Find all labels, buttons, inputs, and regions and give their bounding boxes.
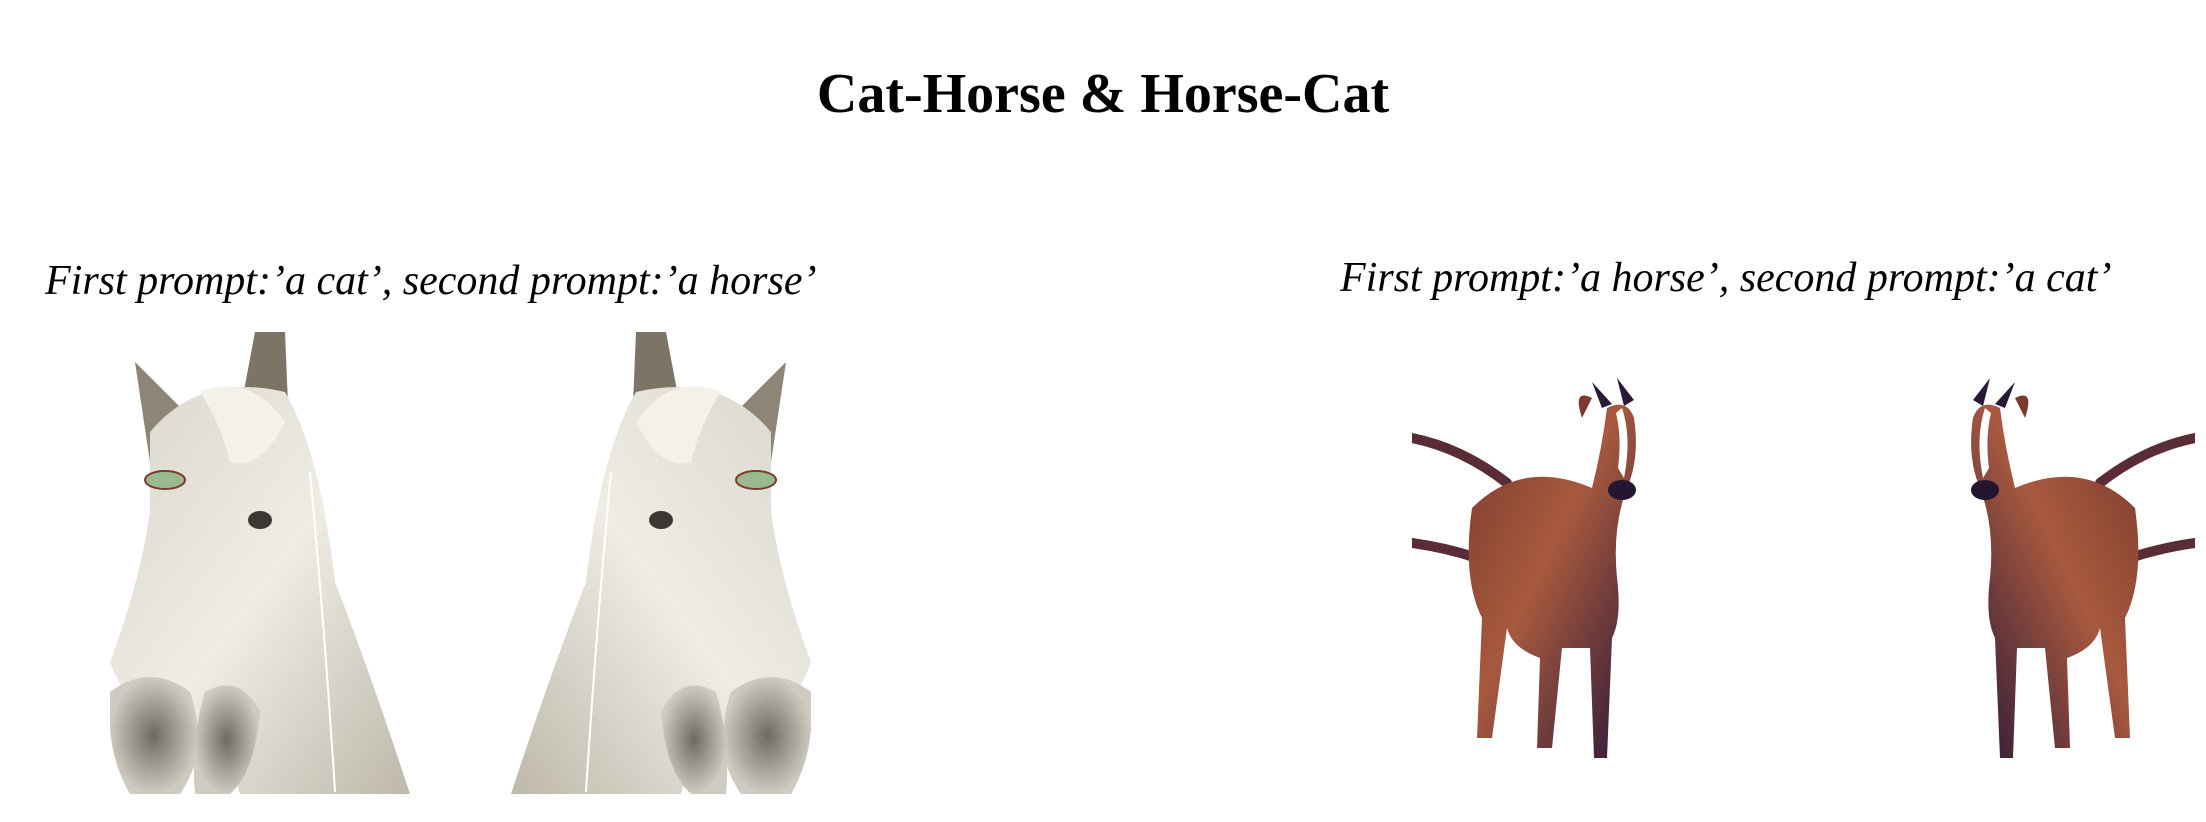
cat-horse-image-mirrored <box>505 332 811 794</box>
page-title: Cat-Horse & Horse-Cat <box>816 63 1390 125</box>
horse-cat-image-mirrored <box>1885 378 2195 778</box>
cat-horse-image <box>110 332 416 794</box>
panel-caption-horse-cat: First prompt:’a horse’, second prompt:’a… <box>1340 255 2112 301</box>
horse-cat-image <box>1412 378 1722 778</box>
panel-caption-cat-horse: First prompt:’a cat’, second prompt:’a h… <box>45 258 817 304</box>
